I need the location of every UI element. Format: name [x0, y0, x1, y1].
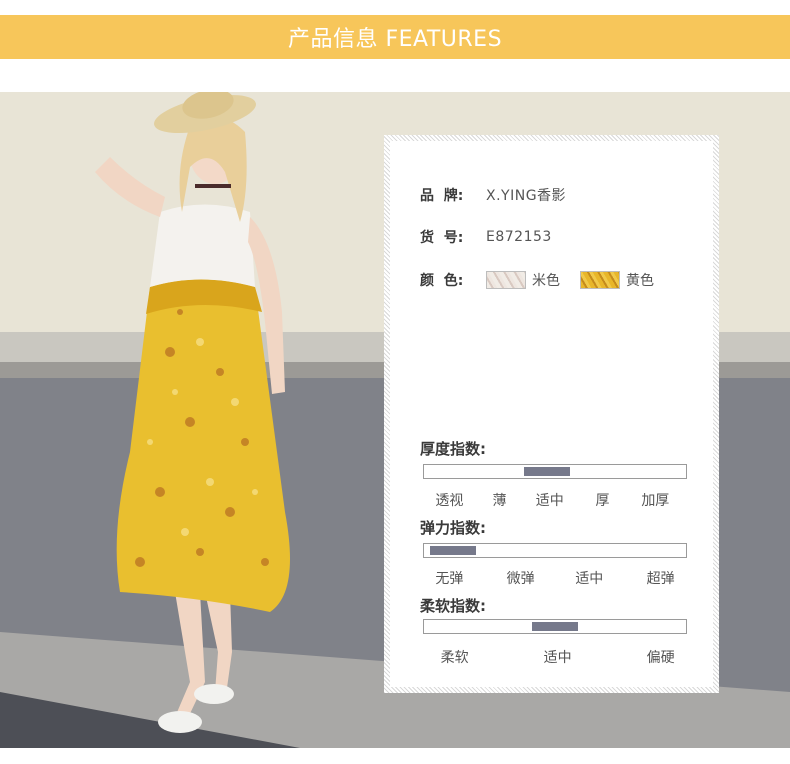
yellow-swatch: [580, 271, 620, 289]
sku-label: 货 号:: [420, 230, 464, 246]
features-banner: 产品信息 FEATURES: [0, 15, 790, 59]
thickness-scale-fill: [524, 467, 571, 476]
thickness-scale-bar: [423, 464, 687, 479]
softness-scale-fill: [532, 622, 578, 631]
color-option-label: 黄色: [626, 273, 654, 289]
sku-row: 货 号: E872153: [420, 227, 552, 247]
elasticity-scale-bar: [423, 543, 687, 558]
scale-label: 柔软: [440, 650, 469, 666]
scale-label: 薄: [492, 493, 507, 509]
softness-scale-title: 柔软指数:: [420, 597, 486, 615]
brand-label: 品 牌:: [420, 188, 464, 204]
product-info-card: 品 牌: X.YING香影 货 号: E872153 颜 色: 米色 黄色 厚度…: [384, 135, 719, 693]
scale-label: 微弹: [506, 571, 535, 587]
brand-row: 品 牌: X.YING香影: [420, 185, 566, 205]
color-option-beige[interactable]: 米色: [486, 270, 560, 290]
color-option-label: 米色: [532, 273, 560, 289]
sku-value: E872153: [486, 229, 552, 245]
banner-title: 产品信息 FEATURES: [287, 27, 503, 52]
elasticity-scale-fill: [429, 546, 476, 555]
thickness-scale-title: 厚度指数:: [420, 440, 486, 458]
scale-label: 适中: [543, 650, 572, 666]
brand-value: X.YING香影: [486, 188, 567, 204]
scale-label: 无弹: [435, 571, 464, 587]
scale-label: 透视: [435, 493, 464, 509]
color-row: 颜 色: 米色 黄色: [420, 270, 674, 290]
color-option-yellow[interactable]: 黄色: [580, 270, 654, 290]
beige-swatch: [486, 271, 526, 289]
scale-label: 适中: [575, 571, 604, 587]
scale-label: 加厚: [641, 493, 670, 509]
softness-scale-bar: [423, 619, 687, 634]
color-label: 颜 色:: [420, 273, 464, 289]
elasticity-scale-title: 弹力指数:: [420, 519, 486, 537]
scale-label: 偏硬: [646, 650, 675, 666]
scale-label: 超弹: [646, 571, 675, 587]
scale-label: 适中: [535, 493, 564, 509]
scale-label: 厚: [595, 493, 610, 509]
